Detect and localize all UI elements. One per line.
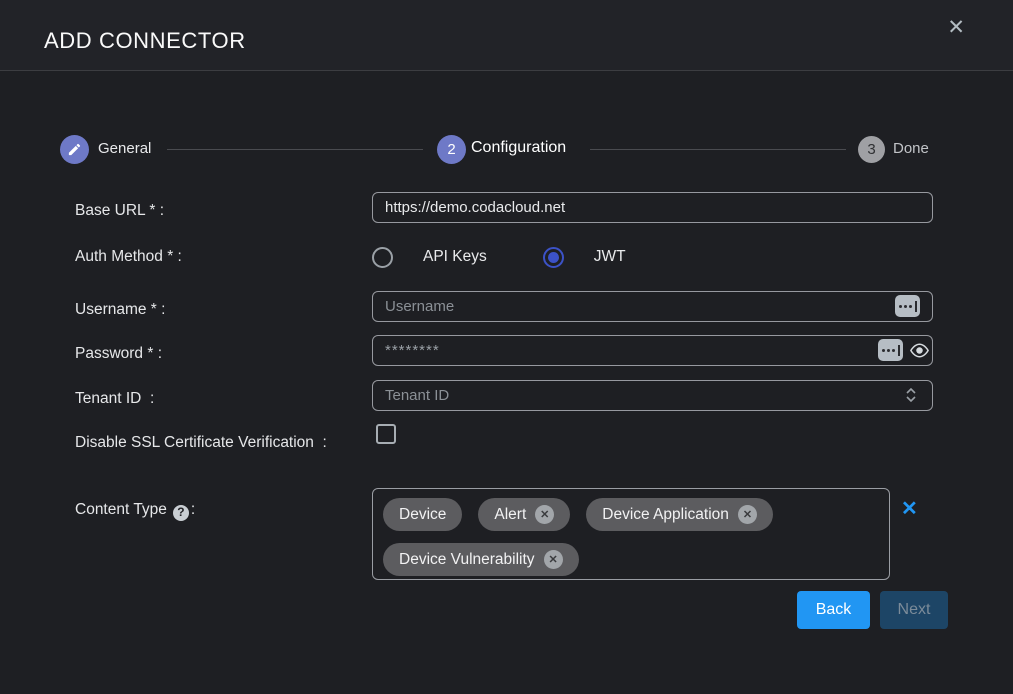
- tenant-id-label: Tenant ID :: [75, 388, 367, 409]
- content-type-label-text: Content Type: [75, 501, 167, 518]
- tag-alert[interactable]: Alert ✕: [478, 498, 570, 531]
- radio-jwt[interactable]: [543, 247, 564, 268]
- base-url-input[interactable]: [372, 192, 933, 223]
- tag-label: Alert: [494, 506, 526, 524]
- base-url-label: Base URL * :: [75, 200, 367, 221]
- radio-api-keys-label[interactable]: API Keys: [423, 248, 487, 266]
- step-connector-line: [167, 149, 423, 150]
- disable-ssl-label: Disable SSL Certificate Verification :: [75, 432, 367, 453]
- password-adornments: [878, 339, 930, 361]
- page-title: ADD CONNECTOR: [44, 28, 246, 54]
- show-password-eye-icon[interactable]: [909, 343, 930, 358]
- radio-selected-dot: [548, 252, 559, 263]
- autofill-icon[interactable]: [878, 339, 903, 361]
- username-label: Username * :: [75, 299, 367, 320]
- clear-tags-icon[interactable]: ✕: [901, 499, 918, 519]
- tag-remove-icon[interactable]: ✕: [544, 550, 563, 569]
- step-done-label: Done: [893, 140, 929, 157]
- radio-jwt-label[interactable]: JWT: [594, 248, 626, 266]
- tag-remove-icon[interactable]: ✕: [535, 505, 554, 524]
- step-connector-line: [590, 149, 846, 150]
- back-button[interactable]: Back: [797, 591, 870, 629]
- step-configuration-indicator[interactable]: 2: [437, 135, 466, 164]
- step-configuration-label: Configuration: [471, 139, 566, 157]
- step-general-indicator[interactable]: [60, 135, 89, 164]
- tag-device-application[interactable]: Device Application ✕: [586, 498, 773, 531]
- content-type-label: Content Type?:: [75, 499, 367, 521]
- tag-remove-icon[interactable]: ✕: [738, 505, 757, 524]
- add-connector-modal: ADD CONNECTOR ✕ General 2 Configuration …: [0, 0, 1013, 694]
- tag-label: Device Application: [602, 506, 729, 524]
- username-adornments: [895, 295, 920, 317]
- autofill-icon[interactable]: [895, 295, 920, 317]
- password-input[interactable]: [372, 335, 933, 366]
- wizard-stepper: General 2 Configuration 3 Done: [0, 135, 1013, 165]
- username-input[interactable]: [372, 291, 933, 322]
- pencil-icon: [67, 142, 82, 157]
- next-button[interactable]: Next: [880, 591, 948, 629]
- tag-device-vulnerability[interactable]: Device Vulnerability ✕: [383, 543, 579, 576]
- radio-api-keys[interactable]: [372, 247, 393, 268]
- step-done-indicator: 3: [858, 136, 885, 163]
- tag-label: Device Vulnerability: [399, 551, 535, 569]
- tenant-id-input[interactable]: [372, 380, 933, 411]
- disable-ssl-checkbox[interactable]: [376, 424, 396, 444]
- tag-device[interactable]: Device: [383, 498, 462, 531]
- help-icon[interactable]: ?: [173, 505, 189, 521]
- step-general-label: General: [98, 140, 151, 157]
- tag-label: Device: [399, 506, 446, 524]
- auth-method-label: Auth Method * :: [75, 246, 367, 267]
- chevron-down-icon: [906, 396, 916, 402]
- password-label: Password * :: [75, 343, 367, 364]
- chevron-up-icon: [906, 388, 916, 394]
- content-type-tag-box[interactable]: Device Alert ✕ Device Application ✕ Devi…: [372, 488, 890, 580]
- number-spinner[interactable]: [906, 388, 916, 402]
- auth-method-radio-group: API Keys JWT: [372, 246, 626, 268]
- close-icon[interactable]: ✕: [947, 17, 965, 38]
- modal-header: ADD CONNECTOR ✕: [0, 0, 1013, 71]
